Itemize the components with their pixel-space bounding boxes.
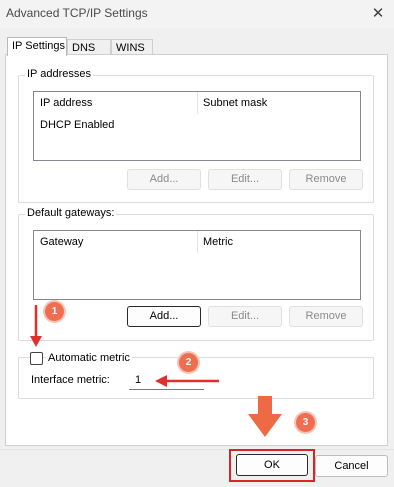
footer-divider	[0, 449, 394, 450]
annotation-layer	[30, 305, 282, 437]
arrow-to-ok-button	[248, 396, 282, 437]
step-2-badge: 2	[179, 353, 198, 372]
cancel-button[interactable]: Cancel	[315, 455, 388, 477]
ok-highlight-box	[229, 449, 315, 482]
step-3-badge: 3	[296, 413, 315, 432]
arrow-to-metric-input	[155, 375, 219, 387]
arrow-to-checkbox	[30, 305, 42, 347]
tab-ip-settings[interactable]: IP Settings	[7, 37, 67, 56]
step-1-badge: 1	[45, 302, 64, 321]
